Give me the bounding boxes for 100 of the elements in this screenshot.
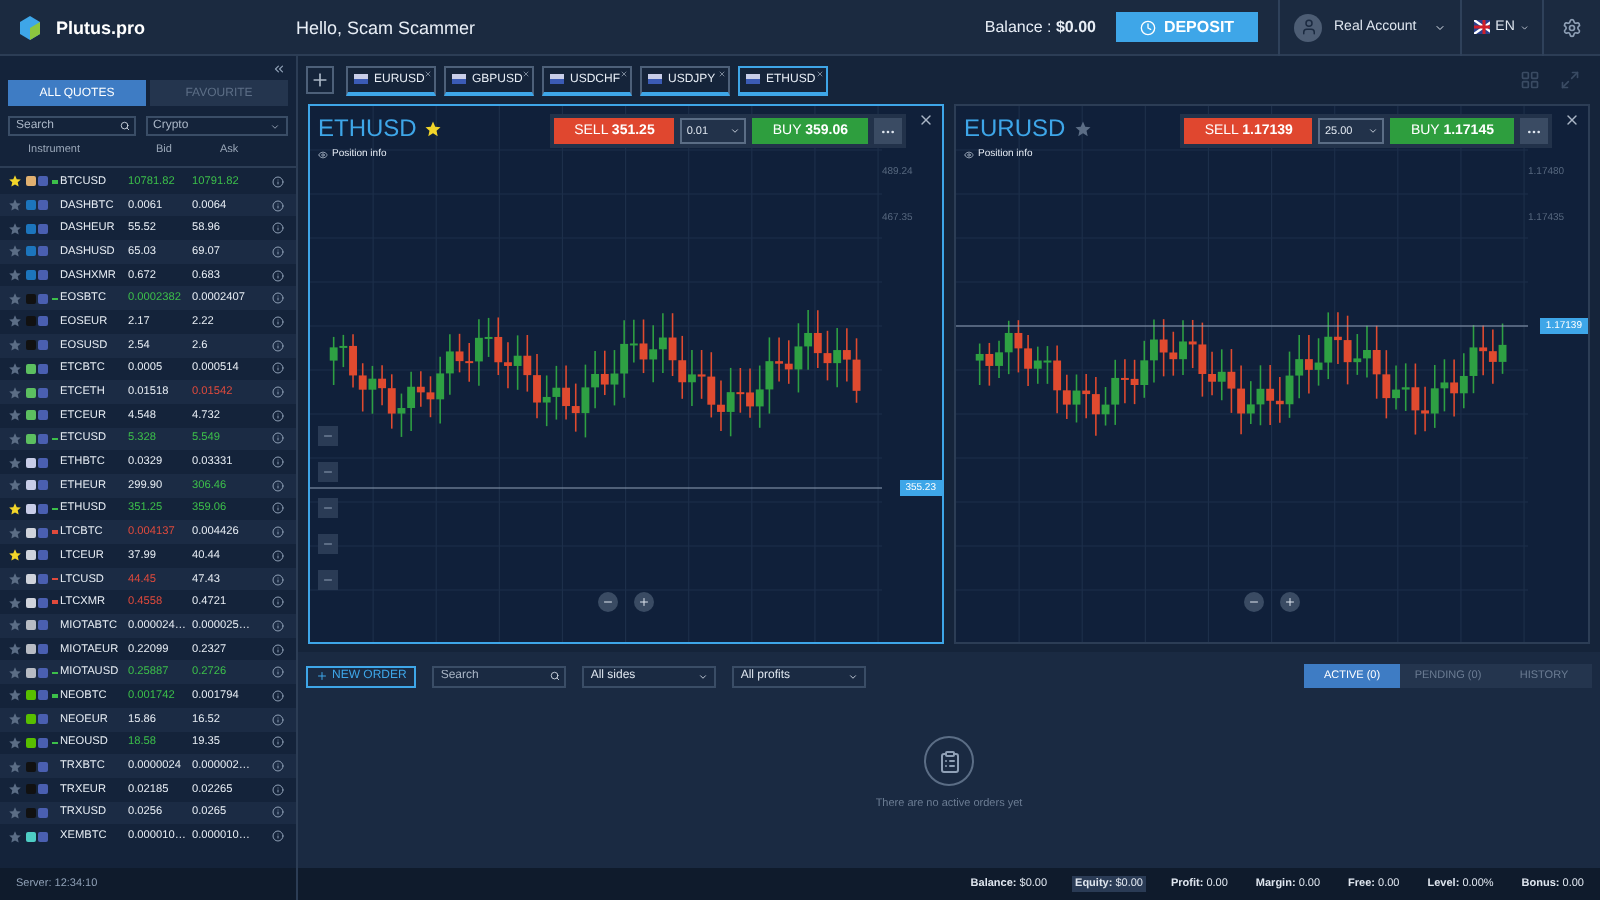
zoom-out-button[interactable] bbox=[1244, 592, 1264, 612]
flag-icon bbox=[648, 74, 662, 84]
close-icon[interactable] bbox=[1564, 112, 1580, 128]
greeting-text: Hello, Scam Scammer bbox=[296, 17, 478, 37]
info-icon[interactable] bbox=[272, 409, 284, 422]
info-icon[interactable] bbox=[272, 830, 284, 843]
minus-icon bbox=[1248, 596, 1260, 608]
currency-icon bbox=[38, 737, 48, 748]
drawing-tool-button[interactable] bbox=[318, 426, 338, 446]
star-icon[interactable] bbox=[8, 665, 22, 680]
info-icon[interactable] bbox=[272, 199, 284, 212]
info-icon[interactable] bbox=[272, 386, 284, 399]
collapse-icon[interactable] bbox=[272, 62, 286, 76]
info-icon[interactable] bbox=[272, 339, 284, 352]
star-icon[interactable] bbox=[8, 244, 22, 259]
currency-icon bbox=[38, 667, 48, 678]
info-icon[interactable] bbox=[272, 432, 284, 445]
list-icon bbox=[937, 749, 961, 773]
info-icon[interactable] bbox=[272, 245, 284, 258]
currency-icon bbox=[38, 807, 48, 818]
flag-icon bbox=[452, 74, 466, 84]
star-icon[interactable] bbox=[8, 431, 22, 446]
flag-icon bbox=[550, 74, 564, 84]
info-icon[interactable] bbox=[272, 806, 284, 819]
currency-icon bbox=[38, 620, 48, 631]
info-icon[interactable] bbox=[272, 783, 284, 796]
star-icon[interactable] bbox=[8, 314, 22, 329]
star-icon[interactable] bbox=[8, 221, 22, 236]
info-icon[interactable] bbox=[272, 292, 284, 305]
star-icon[interactable] bbox=[8, 338, 22, 353]
star-icon[interactable] bbox=[8, 548, 22, 563]
spinner-icon[interactable] bbox=[1368, 126, 1379, 136]
currency-icon bbox=[38, 550, 48, 561]
star-icon[interactable] bbox=[1073, 119, 1092, 137]
info-icon[interactable] bbox=[272, 689, 284, 702]
caret-icon[interactable] bbox=[1434, 21, 1446, 33]
info-icon[interactable] bbox=[272, 479, 284, 492]
star-icon[interactable] bbox=[8, 174, 22, 189]
info-icon[interactable] bbox=[272, 596, 284, 609]
more-button[interactable] bbox=[1520, 118, 1548, 144]
eye-icon bbox=[964, 149, 974, 159]
caret-icon[interactable] bbox=[1520, 21, 1530, 33]
info-icon[interactable] bbox=[272, 315, 284, 328]
zoom-in-button[interactable] bbox=[634, 592, 654, 612]
settings-icon[interactable] bbox=[1562, 17, 1582, 37]
info-icon[interactable] bbox=[272, 362, 284, 375]
star-icon[interactable] bbox=[8, 408, 22, 423]
info-icon[interactable] bbox=[272, 666, 284, 679]
drawing-tool-button[interactable] bbox=[318, 462, 338, 482]
star-icon[interactable] bbox=[8, 455, 22, 470]
star-icon[interactable] bbox=[8, 618, 22, 633]
star-icon[interactable] bbox=[8, 291, 22, 306]
star-icon[interactable] bbox=[8, 595, 22, 610]
star-icon[interactable] bbox=[8, 501, 22, 516]
flag-icon bbox=[354, 74, 368, 84]
star-icon[interactable] bbox=[8, 478, 22, 493]
drawing-tool-button[interactable] bbox=[318, 534, 338, 554]
info-icon[interactable] bbox=[272, 502, 284, 515]
info-icon[interactable] bbox=[272, 573, 284, 586]
star-icon[interactable] bbox=[8, 385, 22, 400]
info-icon[interactable] bbox=[272, 643, 284, 656]
star-icon[interactable] bbox=[8, 642, 22, 657]
info-icon[interactable] bbox=[272, 175, 284, 188]
zoom-in-button[interactable] bbox=[1280, 592, 1300, 612]
star-icon[interactable] bbox=[8, 735, 22, 750]
star-icon[interactable] bbox=[8, 712, 22, 727]
currency-icon bbox=[38, 457, 48, 468]
info-icon[interactable] bbox=[272, 736, 284, 749]
star-icon[interactable] bbox=[8, 198, 22, 213]
info-icon[interactable] bbox=[272, 713, 284, 726]
star-icon[interactable] bbox=[8, 572, 22, 587]
drawing-tool-button[interactable] bbox=[318, 498, 338, 518]
caret-icon bbox=[848, 671, 859, 681]
star-icon[interactable] bbox=[8, 268, 22, 283]
star-icon[interactable] bbox=[8, 688, 22, 703]
star-icon[interactable] bbox=[8, 782, 22, 797]
info-icon[interactable] bbox=[272, 222, 284, 235]
info-icon[interactable] bbox=[272, 619, 284, 632]
spinner-icon[interactable] bbox=[730, 126, 741, 136]
info-icon[interactable] bbox=[272, 269, 284, 282]
caret-icon bbox=[270, 121, 280, 131]
person-icon bbox=[1299, 18, 1317, 36]
logo-icon bbox=[16, 13, 44, 41]
star-icon[interactable] bbox=[8, 829, 22, 844]
brand-name: Plutus.pro bbox=[56, 17, 145, 37]
zoom-out-button[interactable] bbox=[598, 592, 618, 612]
star-icon[interactable] bbox=[424, 119, 443, 137]
star-icon[interactable] bbox=[8, 805, 22, 820]
drawing-tool-button[interactable] bbox=[318, 570, 338, 590]
plus-icon bbox=[316, 670, 328, 682]
star-icon[interactable] bbox=[8, 361, 22, 376]
info-icon[interactable] bbox=[272, 549, 284, 562]
close-icon[interactable] bbox=[918, 112, 934, 128]
info-icon[interactable] bbox=[272, 456, 284, 469]
more-button[interactable] bbox=[874, 118, 902, 144]
info-icon[interactable] bbox=[272, 526, 284, 539]
star-icon[interactable] bbox=[8, 759, 22, 774]
info-icon[interactable] bbox=[272, 760, 284, 773]
add-tab-button[interactable] bbox=[306, 66, 334, 94]
star-icon[interactable] bbox=[8, 525, 22, 540]
